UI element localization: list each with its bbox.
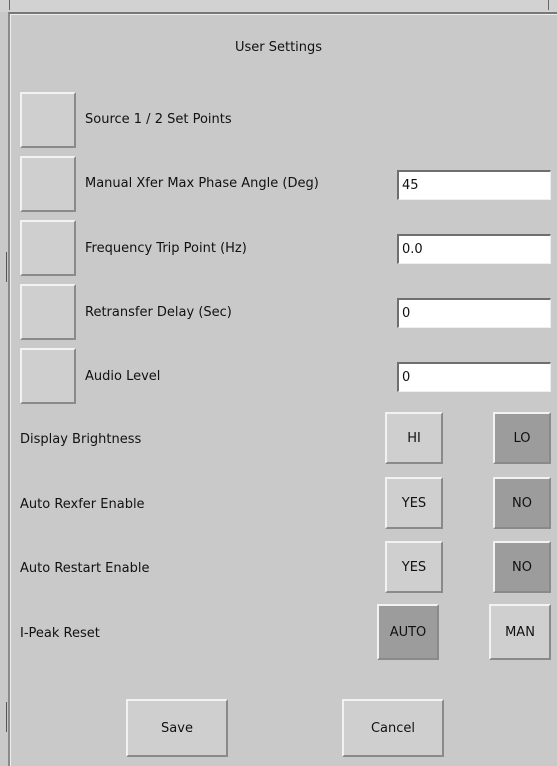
audio-level-button[interactable] (20, 348, 76, 404)
audio-level-label: Audio Level (85, 369, 161, 384)
i-peak-man-button[interactable]: MAN (489, 604, 551, 660)
frequency-trip-button[interactable] (20, 220, 76, 276)
frequency-trip-input[interactable] (397, 234, 551, 264)
i-peak-reset-label: I-Peak Reset (20, 626, 100, 641)
retransfer-delay-button[interactable] (20, 284, 76, 340)
cancel-button[interactable]: Cancel (342, 699, 444, 757)
save-button[interactable]: Save (126, 699, 228, 757)
auto-restart-label: Auto Restart Enable (20, 561, 150, 576)
retransfer-delay-label: Retransfer Delay (Sec) (85, 305, 232, 320)
auto-restart-yes-button[interactable]: YES (385, 541, 443, 593)
user-settings-window: User Settings Source 1 / 2 Set Points Ma… (0, 0, 557, 766)
left-rail (0, 12, 8, 766)
source-set-points-label: Source 1 / 2 Set Points (85, 112, 232, 127)
top-strip-tick (9, 0, 10, 10)
display-brightness-label: Display Brightness (20, 432, 142, 447)
auto-rexfer-yes-button[interactable]: YES (385, 477, 443, 529)
manual-xfer-button[interactable] (20, 156, 76, 212)
i-peak-auto-button[interactable]: AUTO (377, 604, 439, 660)
auto-restart-no-button[interactable]: NO (493, 541, 551, 593)
retransfer-delay-input[interactable] (397, 298, 551, 328)
brightness-lo-button[interactable]: LO (493, 412, 551, 464)
source-set-points-button[interactable] (20, 92, 76, 148)
audio-level-input[interactable] (397, 362, 551, 392)
top-strip-tick (548, 0, 549, 10)
manual-xfer-input[interactable] (397, 170, 551, 200)
auto-rexfer-no-button[interactable]: NO (493, 477, 551, 529)
rail-mark (6, 702, 7, 732)
brightness-hi-button[interactable]: HI (385, 412, 443, 464)
window-top-strip (0, 0, 557, 12)
rail-mark (6, 252, 7, 282)
frequency-trip-label: Frequency Trip Point (Hz) (85, 241, 247, 256)
dialog-title: User Settings (234, 40, 323, 55)
auto-rexfer-label: Auto Rexfer Enable (20, 497, 145, 512)
manual-xfer-label: Manual Xfer Max Phase Angle (Deg) (85, 176, 319, 191)
